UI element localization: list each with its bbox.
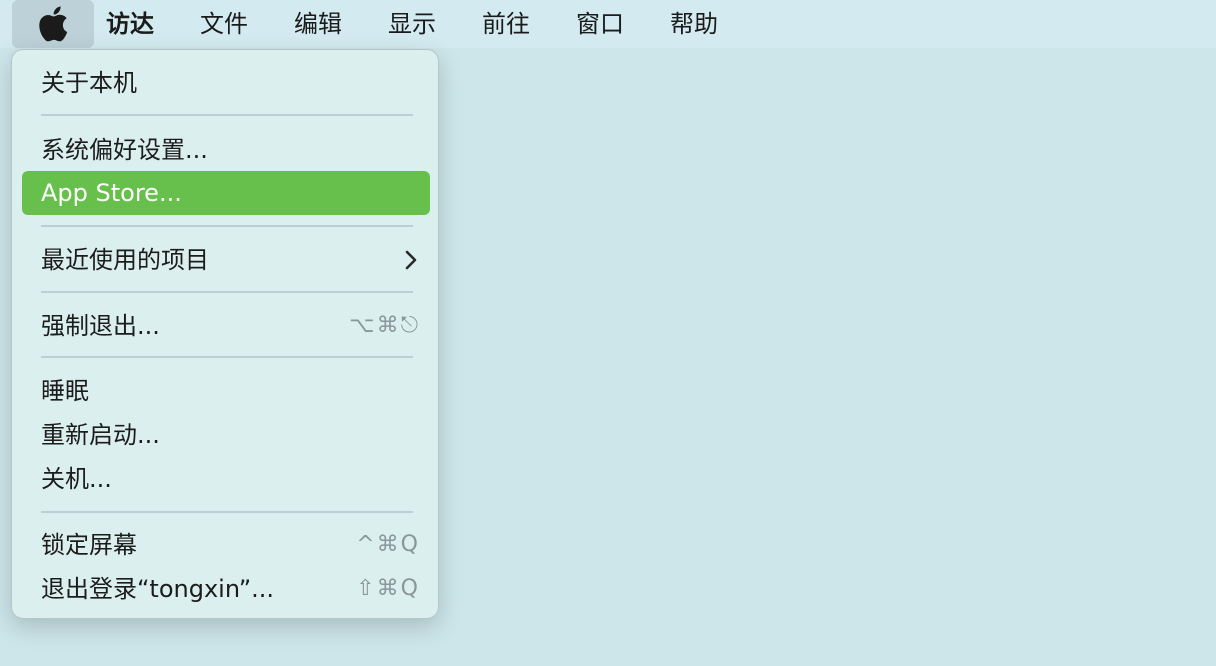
menu-shortcut: ^⌘Q	[356, 532, 420, 557]
menu-shortcut: ⌥⌘⎋	[349, 313, 420, 338]
menu-item-log-out[interactable]: 退出登录“tongxin”... ⇧⌘Q	[22, 567, 430, 611]
apple-logo-icon[interactable]	[36, 6, 70, 42]
menu-item-lock-screen[interactable]: 锁定屏幕 ^⌘Q	[22, 523, 430, 567]
menu-bar: 访达 文件 编辑 显示 前往 窗口 帮助	[0, 0, 1216, 48]
menu-separator	[41, 114, 413, 116]
menu-item-label: 强制退出...	[41, 312, 160, 340]
menu-item-shut-down[interactable]: 关机...	[22, 457, 430, 501]
menu-item-label: App Store...	[41, 179, 182, 207]
menubar-view[interactable]: 显示	[388, 0, 436, 48]
menu-item-sleep[interactable]: 睡眠	[22, 369, 430, 413]
menu-item-recent-items[interactable]: 最近使用的项目	[22, 238, 430, 282]
menubar-file[interactable]: 文件	[200, 0, 248, 48]
menu-item-app-store[interactable]: App Store...	[22, 171, 430, 215]
menu-item-force-quit[interactable]: 强制退出... ⌥⌘⎋	[22, 304, 430, 348]
menu-item-about-this-mac[interactable]: 关于本机	[22, 61, 430, 105]
menubar-go[interactable]: 前往	[482, 0, 530, 48]
menu-item-label: 退出登录“tongxin”...	[41, 575, 275, 603]
menu-item-label: 关于本机	[41, 69, 137, 97]
menu-item-label: 系统偏好设置...	[41, 136, 208, 164]
menu-separator	[41, 511, 413, 513]
menu-item-restart[interactable]: 重新启动...	[22, 413, 430, 457]
menubar-help[interactable]: 帮助	[670, 0, 718, 48]
menubar-finder[interactable]: 访达	[106, 0, 154, 48]
menubar-edit[interactable]: 编辑	[294, 0, 342, 48]
menu-item-label: 睡眠	[41, 377, 89, 405]
menu-item-label: 重新启动...	[41, 421, 160, 449]
menu-separator	[41, 356, 413, 358]
menu-item-label: 最近使用的项目	[41, 246, 209, 274]
menu-shortcut: ⇧⌘Q	[356, 576, 420, 601]
menu-item-system-preferences[interactable]: 系统偏好设置...	[22, 128, 430, 172]
chevron-right-icon	[405, 250, 417, 270]
menu-separator	[41, 291, 413, 293]
menu-item-label: 锁定屏幕	[41, 531, 137, 559]
apple-dropdown-menu: 关于本机 系统偏好设置... App Store... 最近使用的项目 强制退出…	[11, 49, 439, 619]
menubar-window[interactable]: 窗口	[576, 0, 624, 48]
menu-item-label: 关机...	[41, 465, 112, 493]
menu-separator	[41, 225, 413, 227]
